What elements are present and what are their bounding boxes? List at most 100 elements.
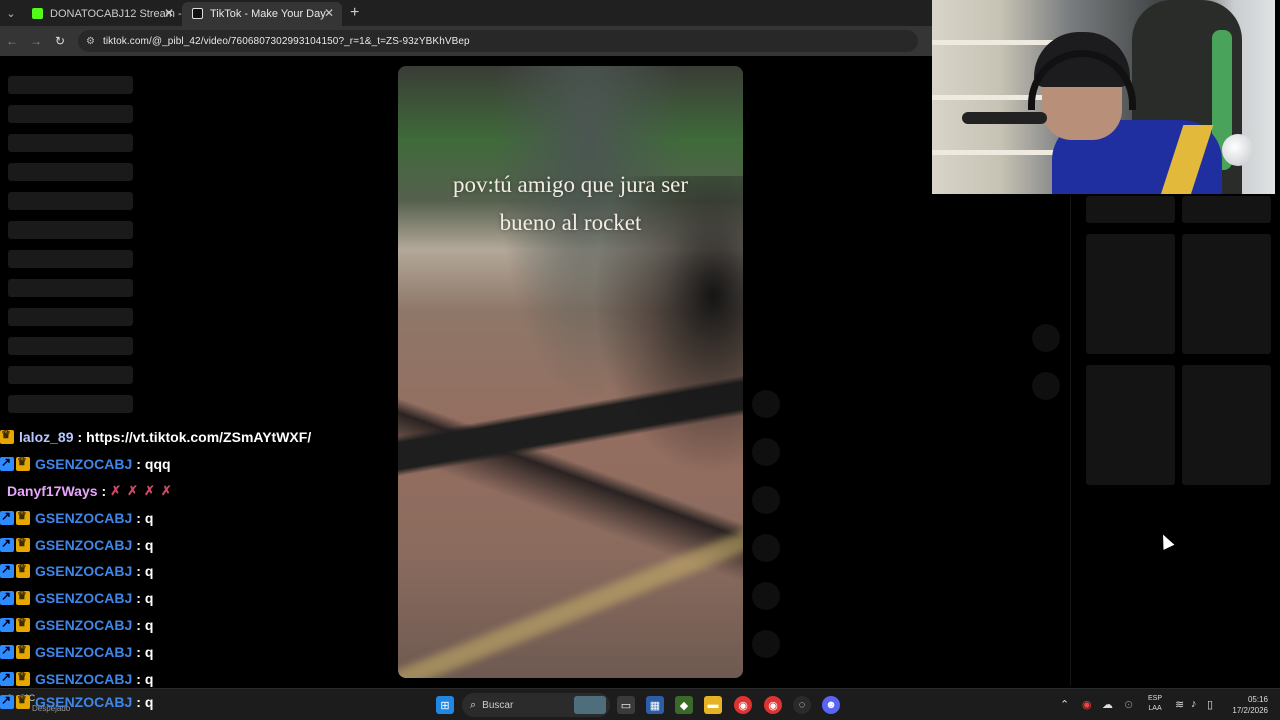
music-button-placeholder[interactable] xyxy=(752,630,780,658)
prime-badge-icon xyxy=(0,670,14,686)
back-arrow-icon[interactable]: ← xyxy=(0,34,24,48)
wifi-icon[interactable]: ≋ xyxy=(1175,698,1184,711)
tab-close-icon[interactable]: ✕ xyxy=(164,6,174,20)
chat-username[interactable]: GSENZOCABJ xyxy=(35,510,132,526)
chat-username[interactable]: GSENZOCABJ xyxy=(35,563,132,579)
browser-tabstrip: ⌄ DONATOCABJ12 Stream - Wat ✕ TikTok - M… xyxy=(0,0,932,26)
minecraft-icon[interactable]: ◆ xyxy=(675,696,693,714)
chat-username[interactable]: GSENZOCABJ xyxy=(35,671,132,687)
chat-message-overlay: GSENZOCABJ : q xyxy=(0,690,153,714)
subscriber-badge-icon xyxy=(16,643,30,659)
new-tab-icon[interactable]: + xyxy=(350,4,359,22)
task-view-icon[interactable]: ▭ xyxy=(617,696,635,714)
chat-message-text: qqq xyxy=(144,456,171,473)
previous-video-button[interactable] xyxy=(1032,324,1060,352)
chat-message: laloz_89:https://vt.tiktok.com/ZSmAYtWXF… xyxy=(0,424,390,451)
chat-message-text: q xyxy=(144,694,154,710)
windows-start-icon[interactable]: ⊞ xyxy=(436,696,454,714)
related-video-placeholder[interactable] xyxy=(1086,234,1175,354)
onedrive-icon[interactable]: ☁ xyxy=(1102,698,1113,711)
windows-taskbar: ☾ 8°C Despejado ⊞ ⌕ Buscar ▭ ▦ ◆ ▬ ◉ ◉ ◌… xyxy=(0,688,1280,720)
loading-placeholder xyxy=(8,279,133,297)
screen: ⌄ DONATOCABJ12 Stream - Wat ✕ TikTok - M… xyxy=(0,0,1280,720)
chat-message-text: https://vt.tiktok.com/ZSmAYtWXF/ xyxy=(86,429,312,446)
loading-placeholder xyxy=(8,308,133,326)
tiktok-favicon-icon xyxy=(192,8,203,19)
tray-app-icon[interactable]: ◉ xyxy=(1082,698,1092,711)
chat-message: GSENZOCABJ:q xyxy=(0,638,390,665)
battery-icon[interactable]: ▯ xyxy=(1207,698,1213,711)
prime-badge-icon xyxy=(0,536,14,552)
chat-username[interactable]: GSENZOCABJ xyxy=(35,456,132,472)
tab-search-chevron-icon[interactable]: ⌄ xyxy=(0,0,22,26)
microphone-arm xyxy=(962,112,1047,124)
chat-message-text: q xyxy=(144,616,154,633)
chat-username[interactable]: GSENZOCABJ xyxy=(35,617,132,633)
prime-badge-icon xyxy=(0,509,14,525)
save-button-placeholder[interactable] xyxy=(752,534,780,562)
chat-separator: : xyxy=(101,482,107,499)
search-placeholder: Buscar xyxy=(482,699,514,711)
system-clock[interactable]: 05:16 17/2/2026 xyxy=(1222,694,1268,716)
calculator-icon[interactable]: ▦ xyxy=(646,696,664,714)
chrome-active-icon[interactable]: ◉ xyxy=(764,696,782,714)
subscriber-badge-icon xyxy=(16,693,30,709)
chrome-icon[interactable]: ◉ xyxy=(734,696,752,714)
subscriber-badge-icon xyxy=(16,536,30,552)
microphone-icon[interactable]: ⊙ xyxy=(1124,698,1133,711)
chat-emote-icon: ✗ xyxy=(144,482,155,498)
related-video-placeholder[interactable] xyxy=(1086,196,1175,223)
related-video-placeholder[interactable] xyxy=(1182,196,1271,223)
tab-title: DONATOCABJ12 Stream - Wat xyxy=(50,8,182,20)
related-video-placeholder[interactable] xyxy=(1182,234,1271,354)
chat-message: GSENZOCABJ:q xyxy=(0,504,390,531)
chat-separator: : xyxy=(136,670,141,687)
clock-time: 05:16 xyxy=(1247,695,1268,704)
chat-username[interactable]: Danyf17Ways xyxy=(7,483,98,499)
address-bar[interactable]: ⚙ tiktok.com/@_pibl_42/video/76068073029… xyxy=(78,30,918,52)
panel-divider xyxy=(1070,196,1071,686)
site-info-icon[interactable]: ⚙ xyxy=(86,36,95,47)
file-explorer-icon[interactable]: ▬ xyxy=(704,696,722,714)
share-button-placeholder[interactable] xyxy=(752,582,780,610)
tab-donatocabj12-stream[interactable]: DONATOCABJ12 Stream - Wat ✕ xyxy=(22,2,182,26)
chat-message: GSENZOCABJ:q xyxy=(0,531,390,558)
loading-placeholder xyxy=(8,366,133,384)
prime-badge-icon xyxy=(0,643,14,659)
discord-icon[interactable]: ☻ xyxy=(822,696,840,714)
video-caption: pov:tú amigo que jura ser bueno al rocke… xyxy=(398,166,743,242)
chat-username[interactable]: laloz_89 xyxy=(19,429,73,445)
tab-close-icon[interactable]: ✕ xyxy=(324,6,334,20)
chat-separator: : xyxy=(136,563,141,580)
show-hidden-icons-chevron-icon[interactable]: ⌃ xyxy=(1060,698,1069,711)
video-court-line xyxy=(398,493,743,678)
chat-separator: : xyxy=(136,536,141,553)
tab-tiktok[interactable]: TikTok - Make Your Day ✕ xyxy=(182,2,342,26)
loading-placeholder xyxy=(8,337,133,355)
comment-button-placeholder[interactable] xyxy=(752,486,780,514)
input-language-indicator[interactable]: ESP LAA xyxy=(1148,694,1162,714)
next-video-button[interactable] xyxy=(1032,372,1060,400)
search-highlight-icon[interactable] xyxy=(574,696,606,714)
chat-emote-icon: ✗ xyxy=(110,482,122,498)
avatar-placeholder-icon[interactable] xyxy=(752,390,780,418)
related-video-placeholder[interactable] xyxy=(1086,365,1175,485)
chat-message: GSENZOCABJ:q xyxy=(0,612,390,639)
obs-icon[interactable]: ◌ xyxy=(793,696,811,714)
like-button-placeholder[interactable] xyxy=(752,438,780,466)
lang-code: ESP xyxy=(1148,695,1163,702)
chat-emote-icon: ✗ xyxy=(127,482,139,498)
chat-message-text: q xyxy=(144,536,154,553)
volume-icon[interactable]: ♪ xyxy=(1191,698,1197,710)
loading-placeholder xyxy=(8,250,133,268)
chat-username[interactable]: GSENZOCABJ xyxy=(35,644,132,660)
tiktok-video-player[interactable]: pov:tú amigo que jura ser bueno al rocke… xyxy=(398,66,743,678)
chat-username[interactable]: GSENZOCABJ xyxy=(35,694,132,710)
chat-username[interactable]: GSENZOCABJ xyxy=(35,590,132,606)
forward-arrow-icon[interactable]: → xyxy=(24,34,48,48)
chat-username[interactable]: GSENZOCABJ xyxy=(35,537,132,553)
subscriber-badge-icon xyxy=(16,670,30,686)
url-text[interactable]: tiktok.com/@_pibl_42/video/7606807302993… xyxy=(103,36,470,47)
related-video-placeholder[interactable] xyxy=(1182,365,1271,485)
reload-icon[interactable]: ↻ xyxy=(48,34,72,48)
